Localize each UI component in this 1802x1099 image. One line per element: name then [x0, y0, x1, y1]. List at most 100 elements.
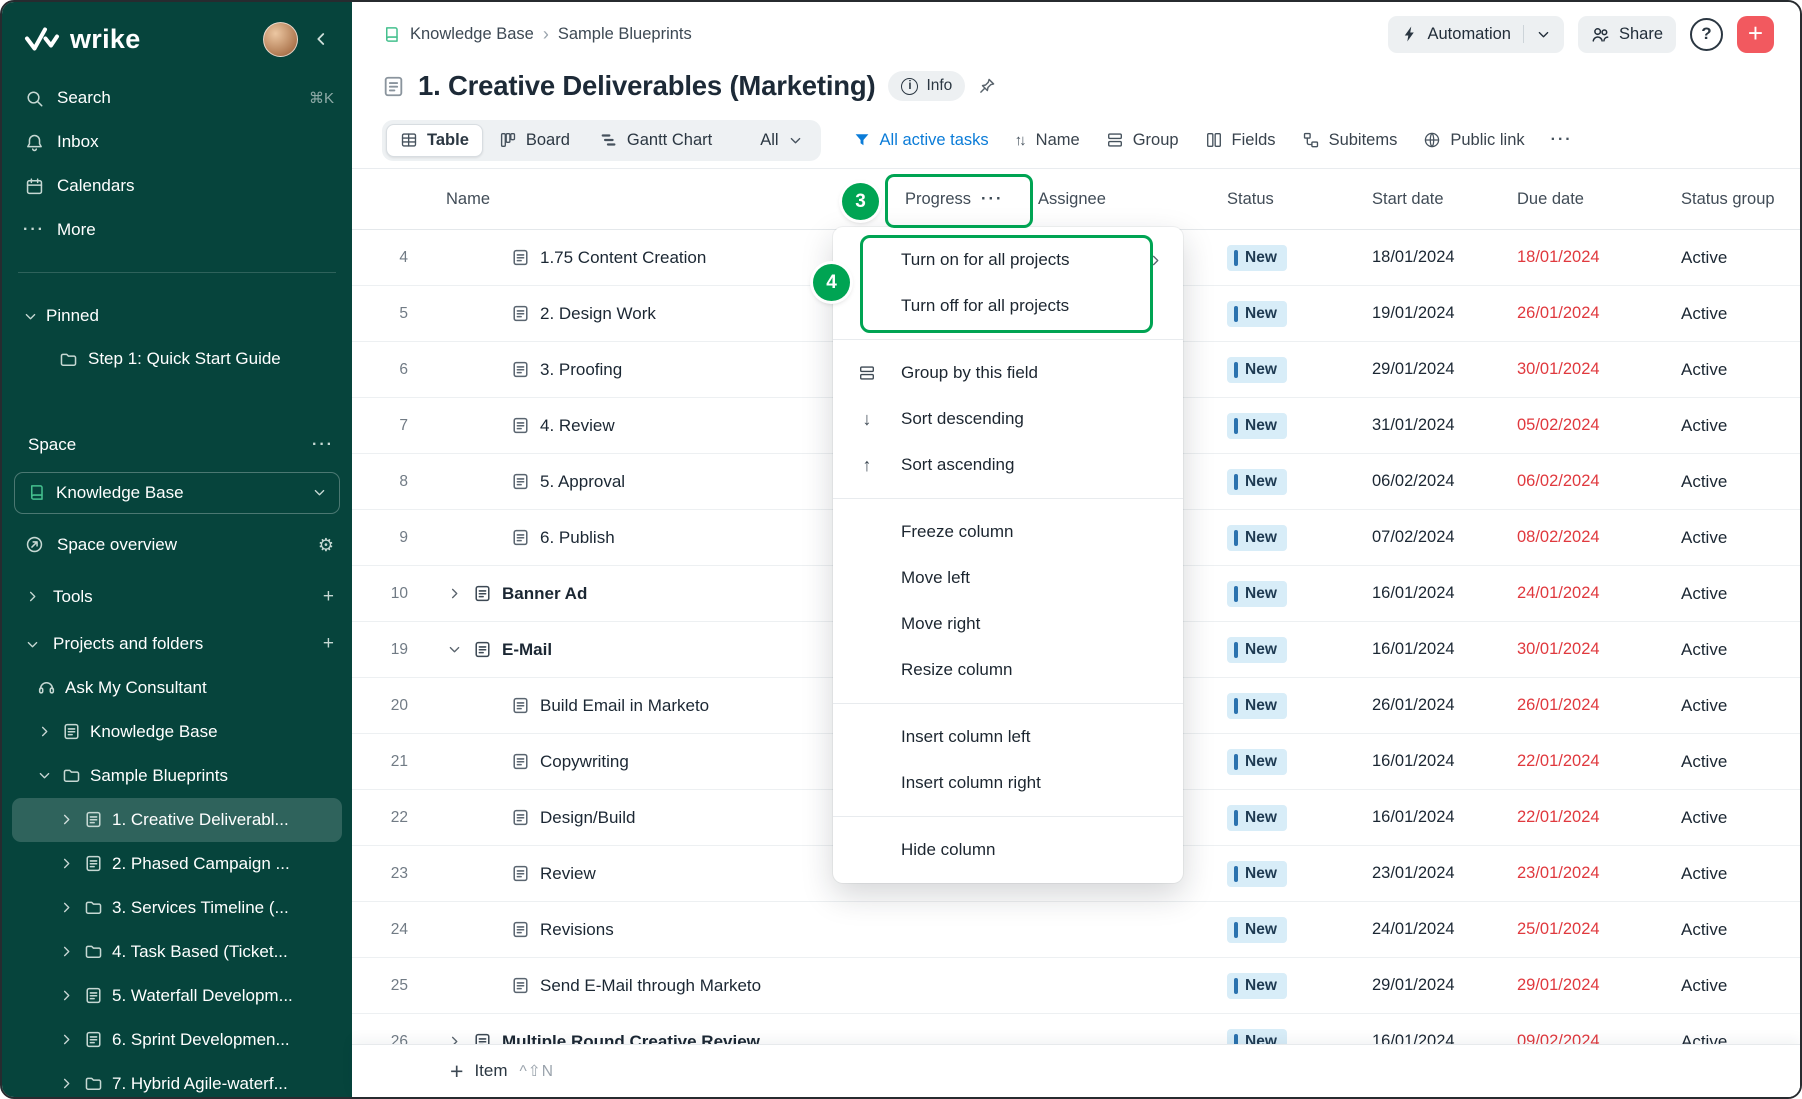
start-date[interactable]: 29/01/2024 — [1362, 360, 1507, 379]
table-row[interactable]: 25Send E-Mail through MarketoNew29/01/20… — [352, 958, 1800, 1014]
status-badge[interactable]: New — [1227, 805, 1287, 831]
column-header-status-group[interactable]: Status group — [1652, 190, 1800, 209]
menu-item-move-left[interactable]: Move left — [833, 555, 1183, 601]
task-title[interactable]: E-Mail — [502, 640, 552, 660]
status-badge[interactable]: New — [1227, 1029, 1287, 1045]
table-row[interactable]: 24RevisionsNew24/01/202425/01/2024Active — [352, 902, 1800, 958]
sidebar-item-search[interactable]: Search⌘K — [2, 76, 352, 120]
add-new-button[interactable]: + — [1737, 16, 1774, 53]
sidebar-item-4-task-based-ticket[interactable]: 4. Task Based (Ticket... — [2, 930, 352, 974]
sidebar-item-6-sprint-developmen[interactable]: 6. Sprint Developmen... — [2, 1018, 352, 1062]
menu-item-move-right[interactable]: Move right — [833, 601, 1183, 647]
column-header-start-date[interactable]: Start date — [1362, 190, 1507, 209]
due-date[interactable]: 26/01/2024 — [1507, 696, 1652, 715]
due-date[interactable]: 05/02/2024 — [1507, 416, 1652, 435]
due-date[interactable]: 08/02/2024 — [1507, 528, 1652, 547]
sidebar-item-1-creative-deliverabl[interactable]: 1. Creative Deliverabl... — [12, 798, 342, 842]
due-date[interactable]: 22/01/2024 — [1507, 808, 1652, 827]
sidebar-item-sample-blueprints[interactable]: Sample Blueprints — [2, 754, 352, 798]
chevron-right-icon[interactable] — [58, 856, 74, 871]
sidebar-item-space-overview[interactable]: Space overview ⚙ — [2, 519, 352, 571]
due-date[interactable]: 30/01/2024 — [1507, 640, 1652, 659]
toolbar-more-button[interactable]: ··· — [1551, 132, 1573, 148]
start-date[interactable]: 07/02/2024 — [1362, 528, 1507, 547]
task-title[interactable]: Build Email in Marketo — [540, 696, 709, 716]
due-date[interactable]: 26/01/2024 — [1507, 304, 1652, 323]
sidebar-item-2-phased-campaign[interactable]: 2. Phased Campaign ... — [2, 842, 352, 886]
start-date[interactable]: 16/01/2024 — [1362, 584, 1507, 603]
table-row[interactable]: 26Multiple Round Creative ReviewNew16/01… — [352, 1014, 1800, 1044]
info-button[interactable]: i Info — [888, 71, 965, 101]
space-selector[interactable]: Knowledge Base — [14, 472, 340, 514]
tab-board[interactable]: Board — [485, 124, 584, 157]
due-date[interactable]: 18/01/2024 — [1507, 248, 1652, 267]
sidebar-item-calendars[interactable]: Calendars — [2, 164, 352, 208]
task-title[interactable]: 6. Publish — [540, 528, 615, 548]
chevron-right-icon[interactable] — [58, 988, 74, 1003]
due-date[interactable]: 25/01/2024 — [1507, 920, 1652, 939]
menu-item-turn-off-all-projects[interactable]: Turn off for all projects — [833, 283, 1183, 329]
start-date[interactable]: 31/01/2024 — [1362, 416, 1507, 435]
due-date[interactable]: 30/01/2024 — [1507, 360, 1652, 379]
task-title[interactable]: Revisions — [540, 920, 614, 940]
column-header-due-date[interactable]: Due date — [1507, 190, 1652, 209]
sidebar-item-more[interactable]: ···More — [2, 208, 352, 252]
subitems-button[interactable]: Subitems — [1302, 131, 1398, 150]
gear-icon[interactable]: ⚙ — [318, 536, 334, 554]
status-badge[interactable]: New — [1227, 693, 1287, 719]
plus-icon[interactable]: + — [323, 586, 334, 608]
task-title[interactable]: Review — [540, 864, 596, 884]
column-header-assignee[interactable]: Assignee — [1032, 190, 1212, 209]
chevron-down-icon[interactable] — [446, 642, 462, 657]
task-title[interactable]: Multiple Round Creative Review — [502, 1032, 760, 1045]
start-date[interactable]: 16/01/2024 — [1362, 752, 1507, 771]
column-header-name[interactable]: Name — [422, 190, 892, 209]
task-title[interactable]: Design/Build — [540, 808, 635, 828]
tab-table[interactable]: Table — [386, 124, 483, 157]
sidebar-item-inbox[interactable]: Inbox — [2, 120, 352, 164]
status-badge[interactable]: New — [1227, 357, 1287, 383]
start-date[interactable]: 29/01/2024 — [1362, 976, 1507, 995]
status-badge[interactable]: New — [1227, 413, 1287, 439]
column-menu-dots-icon[interactable]: ··· — [981, 190, 1003, 209]
plus-icon[interactable]: + — [323, 633, 334, 655]
status-badge[interactable]: New — [1227, 973, 1287, 999]
chevron-right-icon[interactable] — [58, 944, 74, 959]
pin-icon[interactable] — [978, 77, 996, 95]
fields-button[interactable]: Fields — [1205, 131, 1276, 150]
menu-item-turn-on-all-projects[interactable]: Turn on for all projects — [833, 237, 1183, 283]
start-date[interactable]: 26/01/2024 — [1362, 696, 1507, 715]
due-date[interactable]: 22/01/2024 — [1507, 752, 1652, 771]
column-header-status[interactable]: Status — [1212, 190, 1362, 209]
task-title[interactable]: Banner Ad — [502, 584, 587, 604]
breadcrumb-sample-blueprints[interactable]: Sample Blueprints — [558, 25, 692, 44]
share-button[interactable]: Share — [1578, 16, 1676, 53]
sidebar-item-ask-my-consultant[interactable]: Ask My Consultant — [2, 666, 352, 710]
sidebar-item-5-waterfall-developm[interactable]: 5. Waterfall Developm... — [2, 974, 352, 1018]
chevron-right-icon[interactable] — [36, 724, 52, 739]
add-item-button[interactable]: + Item — [450, 1060, 508, 1083]
scope-dropdown[interactable]: All — [746, 124, 816, 157]
sidebar-item-7-hybrid-agile-waterf[interactable]: 7. Hybrid Agile-waterf... — [2, 1062, 352, 1097]
public-link-button[interactable]: Public link — [1423, 131, 1524, 150]
start-date[interactable]: 18/01/2024 — [1362, 248, 1507, 267]
sidebar-item-knowledge-base[interactable]: Knowledge Base — [2, 710, 352, 754]
avatar[interactable] — [263, 22, 298, 57]
sort-button[interactable]: ↑↓ Name — [1015, 131, 1080, 150]
task-title[interactable]: 3. Proofing — [540, 360, 622, 380]
task-title[interactable]: 4. Review — [540, 416, 615, 436]
chevron-right-icon[interactable] — [58, 900, 74, 915]
status-badge[interactable]: New — [1227, 525, 1287, 551]
menu-item-freeze-column[interactable]: Freeze column — [833, 509, 1183, 555]
status-badge[interactable]: New — [1227, 245, 1287, 271]
menu-item-hide-column[interactable]: Hide column — [833, 827, 1183, 873]
status-badge[interactable]: New — [1227, 917, 1287, 943]
space-more-icon[interactable]: ··· — [312, 437, 334, 453]
task-title[interactable]: Copywriting — [540, 752, 629, 772]
automation-button[interactable]: Automation — [1388, 16, 1564, 53]
menu-item-resize-column[interactable]: Resize column — [833, 647, 1183, 693]
status-badge[interactable]: New — [1227, 749, 1287, 775]
column-header-progress[interactable]: Progress ··· — [892, 190, 1032, 209]
sidebar-item-quick-start-guide[interactable]: Step 1: Quick Start Guide — [2, 338, 352, 381]
chevron-down-icon[interactable] — [1536, 27, 1551, 42]
